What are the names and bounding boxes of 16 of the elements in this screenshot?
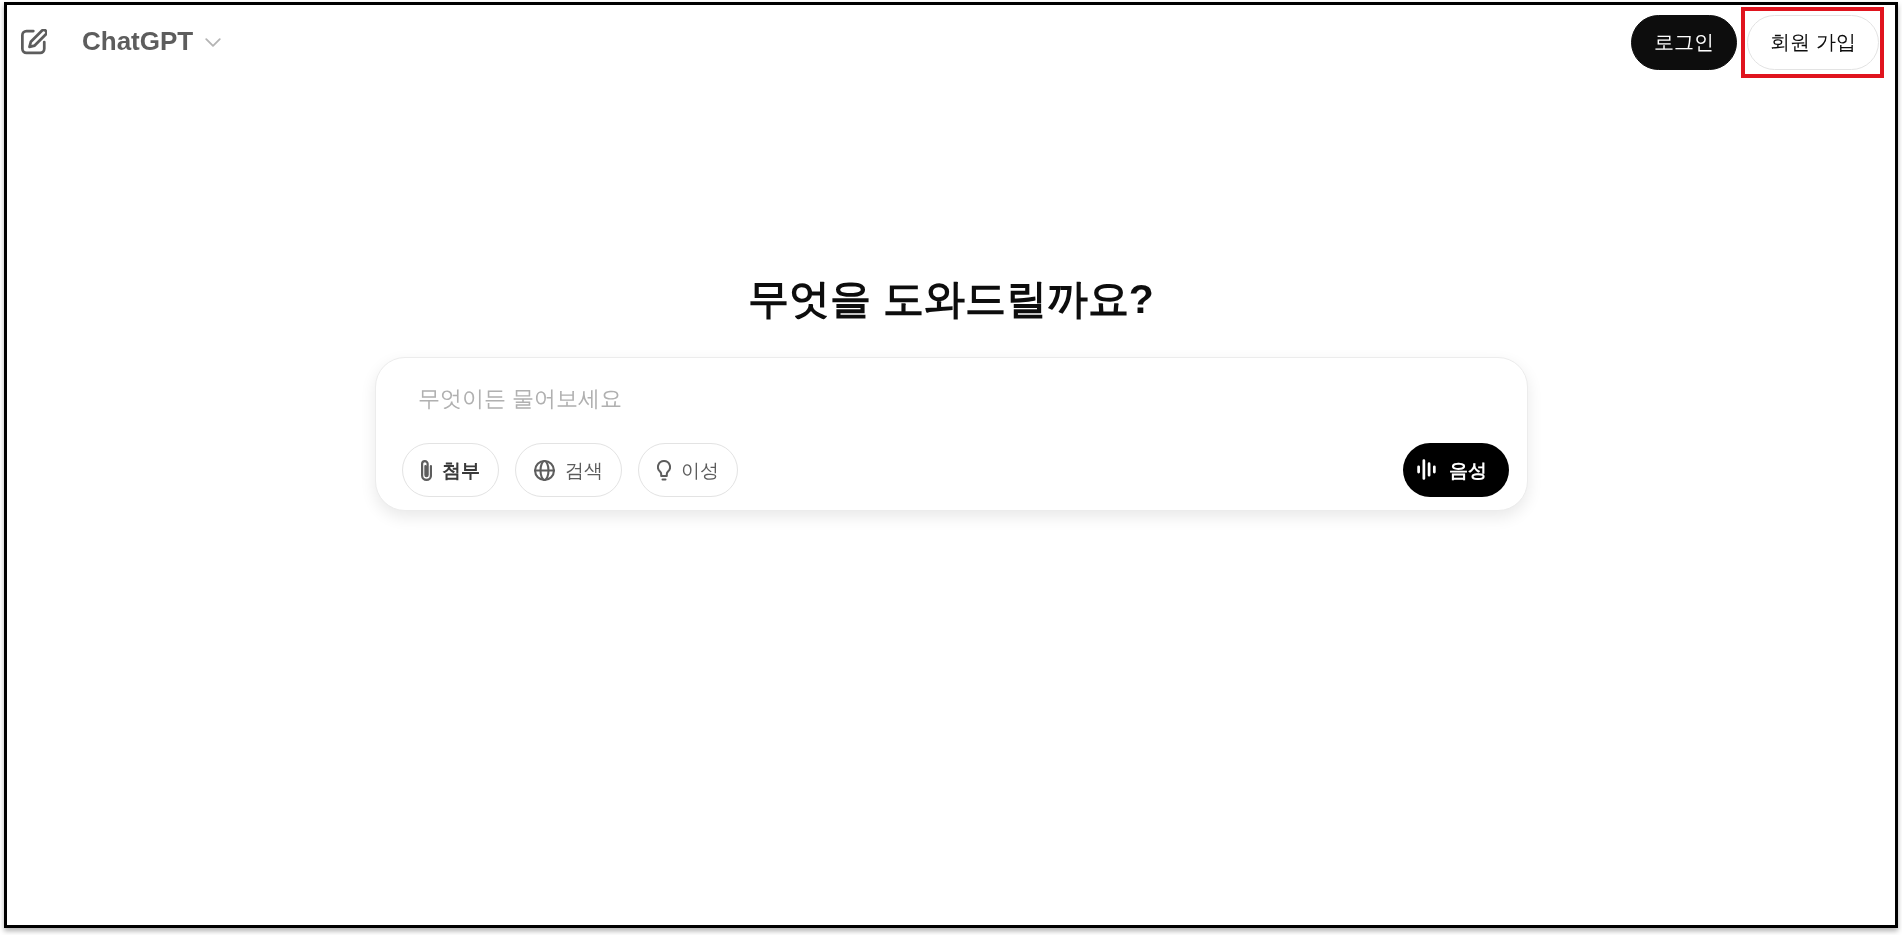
voice-button[interactable]: 음성 [1402, 443, 1509, 498]
edit-icon[interactable] [21, 29, 47, 55]
attach-button[interactable]: 첨부 [401, 443, 499, 498]
message-composer[interactable]: 무엇이든 물어보세요 첨부 검색 이성 음성 [374, 357, 1528, 512]
message-input[interactable]: 무엇이든 물어보세요 [401, 377, 1509, 422]
lightbulb-icon [656, 459, 671, 481]
page-heading: 무엇을 도와드릴까요? [747, 275, 1155, 324]
reason-button[interactable]: 이성 [637, 443, 738, 498]
login-button[interactable]: 로그인 [1631, 14, 1738, 70]
chevron-down-icon [205, 37, 222, 47]
waveform-icon [1416, 459, 1437, 482]
signup-button[interactable]: 회원 가입 [1747, 14, 1879, 70]
paperclip-icon [420, 459, 432, 481]
search-button[interactable]: 검색 [514, 443, 622, 498]
globe-icon [533, 459, 555, 481]
model-selector[interactable]: ChatGPT [82, 26, 222, 58]
